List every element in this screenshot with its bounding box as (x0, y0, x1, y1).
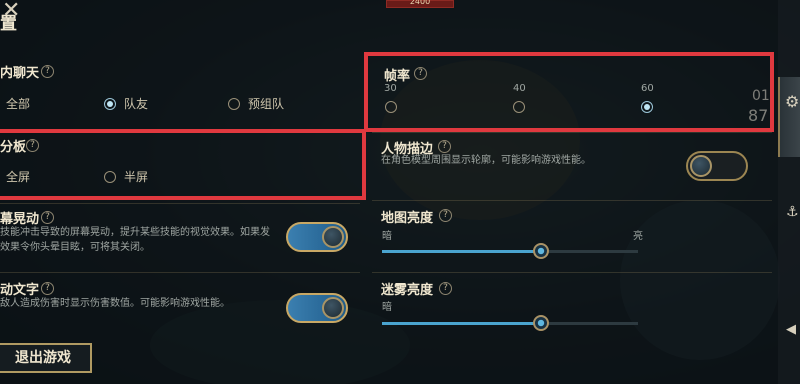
team-chat-option-premade[interactable]: 预组队 (228, 95, 284, 112)
fog-brightness-title: 迷雾亮度 (381, 283, 434, 298)
map-brightness-help-icon[interactable]: ? (439, 209, 452, 222)
map-brightness-slider[interactable] (382, 243, 638, 259)
speaker-icon[interactable]: ◀ (786, 322, 796, 337)
toggle-knob (322, 226, 344, 248)
slider-fill (382, 250, 541, 253)
hp-bar: 2400 (386, 0, 454, 8)
fog-brightness-min-label: 暗 (382, 302, 392, 313)
team-chat-title: 内聊天 (0, 66, 40, 81)
character-outline-desc: 在角色模型周围显示轮廓，可能影响游戏性能。 (381, 155, 591, 166)
option-label: 队友 (124, 97, 149, 111)
character-outline-toggle[interactable] (686, 151, 748, 181)
slider-thumb[interactable] (532, 315, 549, 331)
option-label: 全部 (6, 97, 31, 111)
damage-text-help-icon[interactable]: ? (41, 282, 54, 295)
option-label: 预组队 (248, 97, 285, 111)
slider-fill (382, 322, 541, 325)
damage-text-toggle[interactable] (286, 293, 348, 323)
slider-thumb[interactable] (532, 243, 549, 259)
damage-text-desc: 敌人造成伤害时显示伤害数值。可能影响游戏性能。 (0, 298, 230, 309)
team-chat-option-all[interactable]: 全部 (0, 95, 30, 112)
screen-shake-toggle[interactable] (286, 222, 348, 252)
divider (0, 272, 360, 273)
page-title: 置 (0, 14, 17, 34)
map-brightness-min-label: 暗 (382, 231, 392, 242)
team-chat-option-team[interactable]: 队友 (104, 95, 148, 112)
toggle-knob (690, 155, 712, 177)
divider (372, 272, 772, 273)
map-brightness-max-label: 亮 (633, 231, 643, 242)
anchor-icon[interactable]: ⚓ (786, 204, 799, 220)
screen-shake-desc-1: 技能冲击导致的屏幕晃动，提升某些技能的视觉效果。如果发 (0, 227, 270, 238)
screen-shake-desc-2: 效果令你头晕目眩，可将其关闭。 (0, 242, 150, 253)
toggle-knob (322, 297, 344, 319)
gear-icon[interactable]: ⚙ (785, 92, 799, 111)
divider (372, 132, 772, 133)
hp-value: 2400 (409, 0, 431, 6)
exit-game-button[interactable]: 退出游戏 (0, 343, 92, 373)
team-chat-help-icon[interactable]: ? (41, 65, 54, 78)
fog-brightness-slider[interactable] (382, 315, 638, 331)
divider (372, 200, 772, 201)
highlight-box-scoreboard (0, 129, 366, 200)
sidebar-tab-settings[interactable] (778, 77, 800, 157)
character-outline-help-icon[interactable]: ? (438, 140, 451, 153)
radio-icon (228, 97, 240, 110)
highlight-box-frame-rate (364, 52, 774, 132)
divider (0, 203, 360, 204)
map-brightness-title: 地图亮度 (381, 211, 434, 226)
screen-shake-help-icon[interactable]: ? (41, 211, 54, 224)
radio-selected-icon (104, 97, 116, 110)
fog-brightness-help-icon[interactable]: ? (439, 282, 452, 295)
